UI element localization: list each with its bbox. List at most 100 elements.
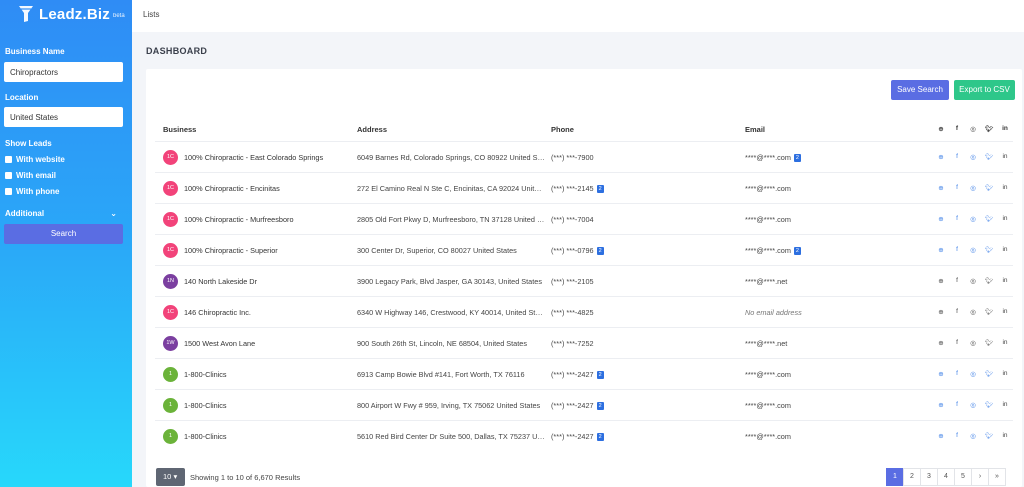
instagram-icon[interactable]: ◎ xyxy=(965,370,981,378)
table-row[interactable]: 1N 140 North Lakeside Dr 3900 Legacy Park,… xyxy=(155,265,1013,296)
phone-count-badge[interactable]: 2 xyxy=(596,371,604,379)
checkbox-box[interactable] xyxy=(5,188,12,195)
table-row[interactable]: 1C 100% Chiropractic - East Colorado Spri… xyxy=(155,141,1013,172)
globe-icon[interactable]: ⊕ xyxy=(933,153,949,161)
page-title: DASHBOARD xyxy=(146,46,208,56)
logo[interactable]: Leadz.Biz beta xyxy=(18,5,125,23)
phone-count-badge[interactable]: 2 xyxy=(596,433,604,441)
facebook-icon[interactable]: f xyxy=(949,401,965,409)
instagram-icon[interactable]: ◎ xyxy=(965,184,981,192)
with-phone-checkbox[interactable]: With phone xyxy=(5,187,59,196)
email-text: ****@****.com xyxy=(745,153,791,162)
business-name-text: 1-800-Clinics xyxy=(184,431,227,441)
table-row[interactable]: 1 1-800-Clinics 5610 Red Bird Center Dr Su… xyxy=(155,420,1013,451)
address-cell: 6340 W Highway 146, Crestwood, KY 40014,… xyxy=(357,308,545,317)
table-row[interactable]: 1W 1500 West Avon Lane 900 South 26th St, … xyxy=(155,327,1013,358)
search-button[interactable]: Search xyxy=(4,224,123,244)
globe-icon[interactable]: ⊕ xyxy=(933,246,949,254)
address-cell: 300 Center Dr, Superior, CO 80027 United… xyxy=(357,246,517,255)
globe-icon[interactable]: ⊕ xyxy=(933,401,949,409)
email-count-badge[interactable]: 2 xyxy=(793,247,801,255)
additional-toggle[interactable]: Additional ⌄ xyxy=(5,209,117,218)
address-cell: 6049 Barnes Rd, Colorado Springs, CO 809… xyxy=(357,153,545,162)
globe-icon[interactable]: ⊕ xyxy=(933,432,949,440)
table-row[interactable]: 1C 100% Chiropractic - Superior 300 Center… xyxy=(155,234,1013,265)
phone-cell: (***) ***-2145 2 xyxy=(551,184,604,193)
twitter-icon[interactable]: 🐦︎ xyxy=(981,432,997,440)
business-name[interactable]: 1-800-Clinics xyxy=(184,359,334,390)
facebook-icon[interactable]: f xyxy=(949,184,965,192)
business-name[interactable]: 1500 West Avon Lane xyxy=(184,328,334,359)
twitter-icon[interactable]: 🐦︎ xyxy=(981,215,997,223)
table-row[interactable]: 1C 100% Chiropractic - Murfreesboro 2805 O… xyxy=(155,203,1013,234)
globe-icon[interactable]: ⊕ xyxy=(933,215,949,223)
page-5-button[interactable]: 5 xyxy=(954,468,972,486)
linkedin-icon: in xyxy=(1002,246,1008,253)
table-row[interactable]: 1C 146 Chiropractic Inc. 6340 W Highway 14… xyxy=(155,296,1013,327)
email-count-badge[interactable]: 2 xyxy=(793,154,801,162)
page-1-button[interactable]: 1 xyxy=(886,468,904,486)
with-website-checkbox[interactable]: With website xyxy=(5,155,65,164)
business-name-text: 100% Chiropractic - Encinitas xyxy=(184,183,280,193)
checkbox-box[interactable] xyxy=(5,156,12,163)
twitter-icon[interactable]: 🐦︎ xyxy=(981,184,997,192)
page-4-button[interactable]: 4 xyxy=(937,468,955,486)
avatar: 1W xyxy=(163,336,178,351)
per-page-select[interactable]: 10 ▾ xyxy=(156,468,185,486)
instagram-icon[interactable]: ◎ xyxy=(965,401,981,409)
email-cell: ****@****.com xyxy=(745,401,791,410)
business-name[interactable]: 140 North Lakeside Dr xyxy=(184,266,334,297)
instagram-icon[interactable]: ◎ xyxy=(965,246,981,254)
facebook-icon[interactable]: f xyxy=(949,215,965,223)
phone-count-badge[interactable]: 2 xyxy=(596,185,604,193)
email-text: ****@****.com xyxy=(745,401,791,410)
business-name[interactable]: 100% Chiropractic - Encinitas xyxy=(184,173,334,204)
location-input[interactable] xyxy=(4,107,123,127)
table-row[interactable]: 1 1-800-Clinics 6913 Camp Bowie Blvd #141,… xyxy=(155,358,1013,389)
business-name[interactable]: 146 Chiropractic Inc. xyxy=(184,297,334,328)
facebook-icon[interactable]: f xyxy=(949,153,965,161)
export-csv-button[interactable]: Export to CSV xyxy=(954,80,1015,100)
page-2-button[interactable]: 2 xyxy=(903,468,921,486)
business-name-input[interactable] xyxy=(4,62,123,82)
additional-label: Additional xyxy=(5,209,45,218)
with-email-checkbox[interactable]: With email xyxy=(5,171,56,180)
phone-text: (***) ***-2105 xyxy=(551,277,594,286)
facebook-icon[interactable]: f xyxy=(949,246,965,254)
twitter-icon[interactable]: 🐦︎ xyxy=(981,153,997,161)
results-card: Save Search Export to CSV Business Addre… xyxy=(146,69,1022,487)
email-text: ****@****.com xyxy=(745,432,791,441)
instagram-icon[interactable]: ◎ xyxy=(965,432,981,440)
checkbox-box[interactable] xyxy=(5,172,12,179)
facebook-icon[interactable]: f xyxy=(949,370,965,378)
globe-icon[interactable]: ⊕ xyxy=(933,184,949,192)
save-search-button[interactable]: Save Search xyxy=(891,80,949,100)
phone-text: (***) ***-4825 xyxy=(551,308,594,317)
last-page-button[interactable]: » xyxy=(988,468,1006,486)
business-name[interactable]: 1-800-Clinics xyxy=(184,390,334,421)
business-name[interactable]: 100% Chiropractic - Superior xyxy=(184,235,334,266)
business-name[interactable]: 100% Chiropractic - East Colorado Spring… xyxy=(184,142,334,173)
globe-icon[interactable]: ⊕ xyxy=(933,370,949,378)
next-page-button[interactable]: › xyxy=(971,468,989,486)
business-name[interactable]: 1-800-Clinics xyxy=(184,421,334,452)
phone-cell: (***) ***-2427 2 xyxy=(551,370,604,379)
page-3-button[interactable]: 3 xyxy=(920,468,938,486)
business-name[interactable]: 100% Chiropractic - Murfreesboro xyxy=(184,204,334,235)
social-links: ⊕ f ◎ 🐦︎ in xyxy=(933,215,1013,223)
twitter-icon[interactable]: 🐦︎ xyxy=(981,246,997,254)
phone-count-badge[interactable]: 2 xyxy=(596,402,604,410)
table-row[interactable]: 1 1-800-Clinics 800 Airport W Fwy # 959, I… xyxy=(155,389,1013,420)
phone-count-badge[interactable]: 2 xyxy=(596,247,604,255)
facebook-icon[interactable]: f xyxy=(949,432,965,440)
table-row[interactable]: 1C 100% Chiropractic - Encinitas 272 El Ca… xyxy=(155,172,1013,203)
phone-cell: (***) ***-2427 2 xyxy=(551,432,604,441)
social-links: ⊕ f ◎ 🐦︎ in xyxy=(933,339,1013,347)
show-leads-label: Show Leads xyxy=(5,139,52,148)
breadcrumb[interactable]: Lists xyxy=(143,10,159,19)
twitter-icon[interactable]: 🐦︎ xyxy=(981,401,997,409)
phone-text: (***) ***-7252 xyxy=(551,339,594,348)
twitter-icon[interactable]: 🐦︎ xyxy=(981,370,997,378)
instagram-icon[interactable]: ◎ xyxy=(965,153,981,161)
instagram-icon[interactable]: ◎ xyxy=(965,215,981,223)
